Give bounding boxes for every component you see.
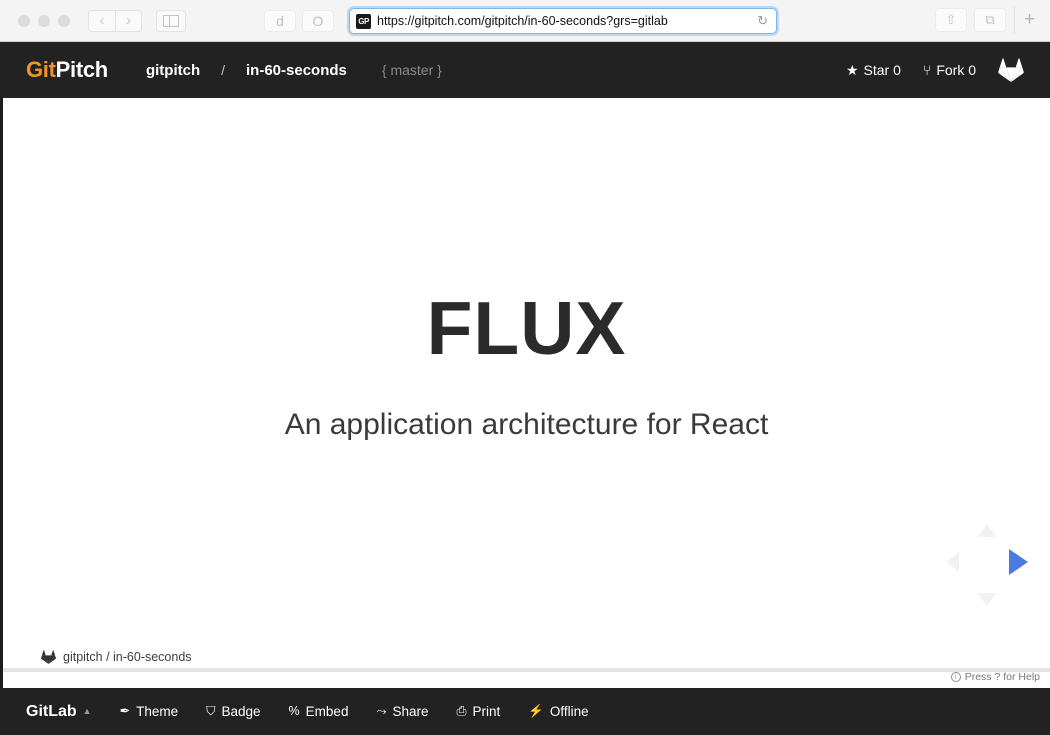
logo-git-text: Git xyxy=(26,57,56,82)
toolbar-label-embed: Embed xyxy=(305,704,349,719)
toolbar-label-theme: Theme xyxy=(136,704,179,719)
brush-icon: ✒ xyxy=(119,704,131,719)
sidebar-toggle-button[interactable] xyxy=(156,9,186,32)
nav-right-arrow[interactable] xyxy=(1009,549,1028,575)
maximize-button[interactable] xyxy=(58,14,70,27)
printer-icon: ⎙ xyxy=(456,704,467,719)
toolbar-item-print[interactable]: ⎙ Print xyxy=(457,704,501,719)
breadcrumb: gitpitch / in-60-seconds { master } xyxy=(146,62,442,79)
nav-up-arrow[interactable] xyxy=(977,524,997,537)
gitlab-fox-svg xyxy=(998,58,1024,82)
chevron-up-icon: ▲ xyxy=(82,706,92,716)
shield-icon: ⛉ xyxy=(206,704,216,719)
toolbar-label-print: Print xyxy=(472,704,501,719)
bolt-icon: ⚡ xyxy=(528,704,544,719)
toolbar-label-badge: Badge xyxy=(221,704,261,719)
logo-pitch-text: Pitch xyxy=(55,57,109,82)
breadcrumb-owner[interactable]: gitpitch xyxy=(146,62,200,79)
url-text[interactable]: https://gitpitch.com/gitpitch/in-60-seco… xyxy=(377,14,751,28)
browser-toolbar: ‹ › d O GP https://gitpitch.com/gitpitch… xyxy=(0,0,1050,42)
star-button[interactable]: ★ Star 0 xyxy=(846,62,901,79)
slide-navigation-arrows xyxy=(946,524,1028,606)
link-icon: % xyxy=(288,704,300,719)
opera-extension-icon[interactable]: O xyxy=(302,9,334,32)
help-hint[interactable]: i Press ? for Help xyxy=(950,671,1040,683)
navigation-buttons: ‹ › xyxy=(88,9,142,32)
toolbar-item-badge[interactable]: ⛉ Badge xyxy=(206,704,260,719)
new-tab-button[interactable]: + xyxy=(1014,6,1044,34)
help-hint-text: Press ? for Help xyxy=(964,671,1040,683)
slide-footer-text[interactable]: gitpitch / in-60-seconds xyxy=(63,650,192,664)
slide-title: FLUX xyxy=(426,285,627,370)
toolbar-label-share: Share xyxy=(392,704,429,719)
window-controls xyxy=(6,14,70,27)
gitpitch-logo[interactable]: GitPitch xyxy=(26,57,108,83)
sidebar-icon xyxy=(163,14,179,27)
toolbar-label-offline: Offline xyxy=(549,704,589,719)
breadcrumb-branch[interactable]: { master } xyxy=(382,62,442,78)
star-label: Star 0 xyxy=(863,62,901,78)
gitpitch-toolbar: GitLab ▲ ✒ Theme ⛉ Badge % Embed ⤳ Share… xyxy=(0,688,1050,735)
star-icon: ★ xyxy=(845,61,859,78)
extension-buttons: d O xyxy=(264,9,334,32)
nav-left-arrow[interactable] xyxy=(946,552,959,572)
back-button[interactable]: ‹ xyxy=(88,9,115,32)
fork-label: Fork 0 xyxy=(936,62,976,78)
minimize-button[interactable] xyxy=(38,14,50,27)
breadcrumb-repo[interactable]: in-60-seconds xyxy=(246,62,347,79)
slide-subtitle: An application architecture for React xyxy=(284,407,769,441)
breadcrumb-separator: / xyxy=(221,62,225,78)
fork-icon: ⑂ xyxy=(922,62,932,78)
slide-progress-bar[interactable] xyxy=(3,668,1050,672)
info-icon: i xyxy=(950,672,961,682)
share-icon[interactable]: ⇧ xyxy=(935,8,967,32)
share-arrow-icon: ⤳ xyxy=(376,704,387,719)
address-bar[interactable]: GP https://gitpitch.com/gitpitch/in-60-s… xyxy=(349,8,777,34)
tabs-overview-icon[interactable]: ⧉ xyxy=(974,8,1006,32)
toolbar-item-share[interactable]: ⤳ Share xyxy=(376,704,428,719)
toolbar-item-theme[interactable]: ✒ Theme xyxy=(120,704,179,719)
toolbar-item-offline[interactable]: ⚡ Offline xyxy=(528,704,588,719)
browser-right-buttons: ⇧ ⧉ xyxy=(935,8,1006,32)
site-favicon: GP xyxy=(356,13,371,29)
browser-window: ‹ › d O GP https://gitpitch.com/gitpitch… xyxy=(0,0,1050,735)
close-button[interactable] xyxy=(18,14,30,27)
toolbar-item-embed[interactable]: % Embed xyxy=(289,704,349,719)
nav-down-arrow[interactable] xyxy=(977,593,997,606)
reload-icon[interactable]: ↻ xyxy=(757,13,770,29)
gitlab-fox-icon[interactable] xyxy=(998,58,1024,82)
provider-label: GitLab xyxy=(26,702,77,720)
slide-footer: gitpitch / in-60-seconds xyxy=(41,650,192,664)
gitlab-fox-icon-small xyxy=(41,650,56,664)
forward-button[interactable]: › xyxy=(115,9,142,32)
slide-viewport[interactable]: FLUX An application architecture for Rea… xyxy=(0,98,1050,688)
address-bar-container: GP https://gitpitch.com/gitpitch/in-60-s… xyxy=(349,8,777,34)
fork-button[interactable]: ⑂ Fork 0 xyxy=(923,62,976,78)
gitpitch-header: GitPitch gitpitch / in-60-seconds { mast… xyxy=(0,42,1050,98)
dash-extension-icon[interactable]: d xyxy=(264,9,296,32)
provider-menu-button[interactable]: GitLab ▲ xyxy=(26,703,92,721)
slide-content: FLUX An application architecture for Rea… xyxy=(3,98,1050,688)
header-actions: ★ Star 0 ⑂ Fork 0 xyxy=(846,58,1024,82)
